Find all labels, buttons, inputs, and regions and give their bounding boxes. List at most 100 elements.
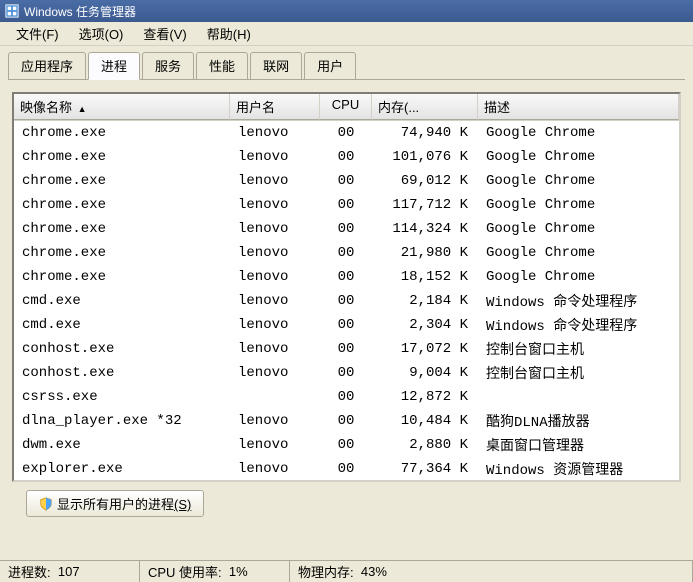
menu-file[interactable]: 文件(F) (6, 22, 69, 45)
cell-description: Windows 资源管理器 (478, 458, 679, 480)
list-body[interactable]: chrome.exelenovo0074,940 KGoogle Chromec… (14, 121, 679, 482)
cell-memory: 2,184 K (372, 292, 478, 310)
cell-user: lenovo (230, 220, 320, 238)
tab-processes[interactable]: 进程 (88, 52, 140, 80)
col-header-cpu[interactable]: CPU (320, 94, 372, 120)
cell-description: Windows 命令处理程序 (478, 290, 679, 312)
cell-user: lenovo (230, 148, 320, 166)
col-header-user[interactable]: 用户名 (230, 94, 320, 120)
cell-description: Google Chrome (478, 244, 679, 262)
cell-description (478, 396, 679, 398)
table-row[interactable]: chrome.exelenovo0018,152 KGoogle Chrome (14, 265, 679, 289)
cell-user: lenovo (230, 316, 320, 334)
cell-memory: 10,484 K (372, 412, 478, 430)
cell-image-name: dwm.exe (14, 436, 230, 454)
cell-cpu: 00 (320, 196, 372, 214)
cell-image-name: cmd.exe (14, 316, 230, 334)
table-row[interactable]: dlna_player.exe *32lenovo0010,484 K酷狗DLN… (14, 409, 679, 433)
cell-description: 桌面窗口管理器 (478, 434, 679, 456)
col-header-image-name[interactable]: 映像名称 ▲ (14, 94, 230, 120)
list-header: 映像名称 ▲ 用户名 CPU 内存(... 描述 (14, 94, 679, 121)
window-title: Windows 任务管理器 (24, 3, 136, 20)
content-area: 映像名称 ▲ 用户名 CPU 内存(... 描述 chrome.exelenov… (0, 80, 693, 537)
table-row[interactable]: explorer.exelenovo0077,364 KWindows 资源管理… (14, 457, 679, 481)
cell-user: lenovo (230, 172, 320, 190)
table-row[interactable]: cmd.exelenovo002,184 KWindows 命令处理程序 (14, 289, 679, 313)
cell-user: lenovo (230, 460, 320, 478)
shield-icon (39, 497, 53, 511)
cell-cpu: 00 (320, 364, 372, 382)
cell-memory: 12,872 K (372, 388, 478, 406)
table-row[interactable]: chrome.exelenovo00114,324 KGoogle Chrome (14, 217, 679, 241)
cell-cpu: 00 (320, 460, 372, 478)
cell-user: lenovo (230, 364, 320, 382)
cell-user: lenovo (230, 292, 320, 310)
cell-image-name: csrss.exe (14, 388, 230, 406)
cell-description: Windows 命令处理程序 (478, 314, 679, 336)
tab-users[interactable]: 用户 (304, 52, 356, 80)
status-process-count: 进程数: 107 (0, 561, 140, 582)
menu-help[interactable]: 帮助(H) (197, 22, 261, 45)
status-cpu-usage: CPU 使用率: 1% (140, 561, 290, 582)
cell-cpu: 00 (320, 436, 372, 454)
cell-description: Google Chrome (478, 172, 679, 190)
col-header-description[interactable]: 描述 (478, 94, 679, 120)
table-row[interactable]: chrome.exelenovo0069,012 KGoogle Chrome (14, 169, 679, 193)
cell-user (230, 396, 320, 398)
cell-user: lenovo (230, 268, 320, 286)
show-all-users-button[interactable]: 显示所有用户的进程(S) (26, 490, 204, 517)
cell-description: Google Chrome (478, 148, 679, 166)
cell-description: Google Chrome (478, 268, 679, 286)
show-all-users-label: 显示所有用户的进程(S) (57, 494, 191, 513)
cell-cpu: 00 (320, 148, 372, 166)
app-icon (4, 3, 20, 19)
table-row[interactable]: cmd.exelenovo002,304 KWindows 命令处理程序 (14, 313, 679, 337)
cell-description: 酷狗DLNA播放器 (478, 410, 679, 432)
cell-description: Google Chrome (478, 124, 679, 142)
cell-description: Google Chrome (478, 196, 679, 214)
cell-cpu: 00 (320, 388, 372, 406)
footer-area: 显示所有用户的进程(S) (12, 482, 681, 525)
cell-image-name: chrome.exe (14, 220, 230, 238)
menubar: 文件(F) 选项(O) 查看(V) 帮助(H) (0, 22, 693, 46)
tab-performance[interactable]: 性能 (196, 52, 248, 80)
tab-applications[interactable]: 应用程序 (8, 52, 86, 80)
col-header-memory[interactable]: 内存(... (372, 94, 478, 120)
table-row[interactable]: dwm.exelenovo002,880 K桌面窗口管理器 (14, 433, 679, 457)
cell-memory: 2,304 K (372, 316, 478, 334)
menu-options[interactable]: 选项(O) (69, 22, 134, 45)
cell-image-name: chrome.exe (14, 196, 230, 214)
cell-memory: 77,364 K (372, 460, 478, 478)
cell-image-name: dlna_player.exe *32 (14, 412, 230, 430)
cell-description: 控制台窗口主机 (478, 362, 679, 384)
cell-memory: 21,980 K (372, 244, 478, 262)
cell-memory: 2,880 K (372, 436, 478, 454)
cell-image-name: conhost.exe (14, 364, 230, 382)
cell-cpu: 00 (320, 340, 372, 358)
table-row[interactable]: chrome.exelenovo0074,940 KGoogle Chrome (14, 121, 679, 145)
cell-memory: 18,152 K (372, 268, 478, 286)
cell-cpu: 00 (320, 124, 372, 142)
tab-services[interactable]: 服务 (142, 52, 194, 80)
cell-user: lenovo (230, 196, 320, 214)
cell-memory: 114,324 K (372, 220, 478, 238)
cell-image-name: cmd.exe (14, 292, 230, 310)
table-row[interactable]: chrome.exelenovo00101,076 KGoogle Chrome (14, 145, 679, 169)
table-row[interactable]: conhost.exelenovo0017,072 K控制台窗口主机 (14, 337, 679, 361)
cell-image-name: chrome.exe (14, 172, 230, 190)
table-row[interactable]: chrome.exelenovo0021,980 KGoogle Chrome (14, 241, 679, 265)
cell-image-name: chrome.exe (14, 124, 230, 142)
cell-memory: 17,072 K (372, 340, 478, 358)
cell-cpu: 00 (320, 172, 372, 190)
tab-networking[interactable]: 联网 (250, 52, 302, 80)
cell-user: lenovo (230, 340, 320, 358)
cell-description: Google Chrome (478, 220, 679, 238)
table-row[interactable]: conhost.exelenovo009,004 K控制台窗口主机 (14, 361, 679, 385)
cell-image-name: conhost.exe (14, 340, 230, 358)
cell-user: lenovo (230, 244, 320, 262)
cell-cpu: 00 (320, 268, 372, 286)
table-row[interactable]: chrome.exelenovo00117,712 KGoogle Chrome (14, 193, 679, 217)
menu-view[interactable]: 查看(V) (133, 22, 196, 45)
table-row[interactable]: csrss.exe 0012,872 K (14, 385, 679, 409)
cell-memory: 74,940 K (372, 124, 478, 142)
